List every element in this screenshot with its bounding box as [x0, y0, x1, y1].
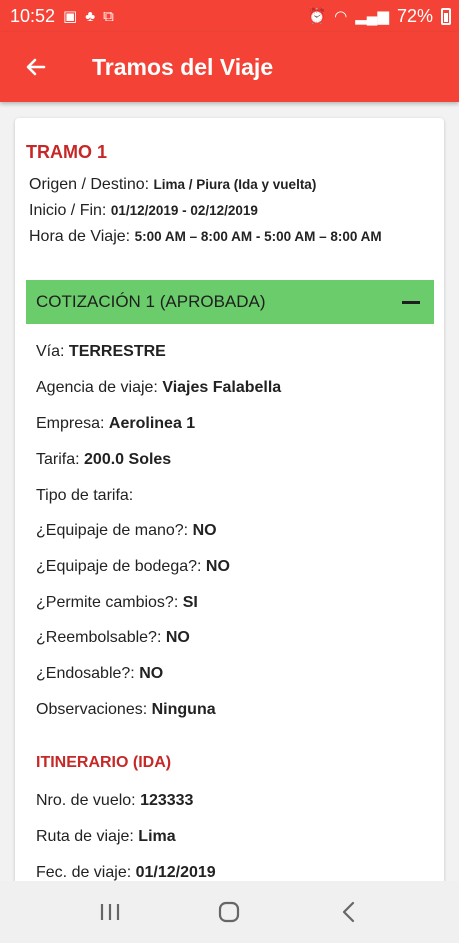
field-value: TERRESTRE — [68, 343, 166, 360]
cotizacion-header[interactable]: COTIZACIÓN 1 (APROBADA) — [26, 280, 434, 324]
field-label: ¿Equipaje de bodega?: — [36, 558, 202, 575]
field-label: Tipo de tarifa: — [36, 487, 134, 504]
translate-notification-icon: ⧉ — [103, 7, 114, 25]
tramo-title: TRAMO 1 — [26, 142, 107, 162]
signal-icon: ▂▄▆ — [355, 7, 389, 25]
chevron-left-icon — [343, 901, 355, 923]
field-empresa: Empresa: Aerolinea 1 — [36, 415, 195, 433]
tramo-card: TRAMO 1 Origen / Destino: Lima / Piura (… — [15, 118, 444, 881]
status-bar-left: 10:52 ▣ ♣ ⧉ — [10, 6, 114, 27]
field-equipaje-mano: ¿Equipaje de mano?: NO — [36, 522, 217, 540]
battery-icon — [441, 7, 451, 25]
field-tarifa: Tarifa: 200.0 Soles — [36, 451, 171, 469]
field-nro-vuelo: Nro. de vuelo: 123333 — [36, 792, 193, 810]
origin-destination-row: Origen / Destino: Lima / Piura (Ida y vu… — [29, 176, 316, 194]
alarm-icon: ⏰ — [307, 7, 327, 25]
field-value: 200.0 Soles — [84, 451, 172, 468]
field-label: Tarifa: — [36, 451, 80, 468]
field-label: ¿Equipaje de mano?: — [36, 522, 189, 539]
field-value: NO — [139, 665, 164, 682]
origin-value: Lima / Piura (Ida y vuelta) — [153, 177, 317, 192]
minus-icon[interactable] — [402, 300, 420, 304]
field-label: Agencia de viaje: — [36, 379, 158, 396]
field-value: NO — [205, 558, 230, 575]
field-label: Vía: — [36, 343, 65, 360]
field-tipo-tarifa: Tipo de tarifa: — [36, 487, 133, 505]
field-label: ¿Endosable?: — [36, 665, 135, 682]
back-button[interactable] — [0, 32, 72, 102]
field-value: 123333 — [140, 792, 194, 809]
time-value: 5:00 AM – 8:00 AM - 5:00 AM – 8:00 AM — [134, 229, 382, 244]
time-label: Hora de Viaje: — [29, 228, 131, 245]
recent-apps-button[interactable] — [80, 892, 140, 932]
page-title: Tramos del Viaje — [92, 53, 274, 80]
system-nav-bar — [0, 881, 459, 943]
field-value: Ninguna — [151, 701, 216, 718]
field-value: Lima — [138, 828, 176, 845]
field-via: Vía: TERRESTRE — [36, 343, 166, 361]
dates-row: Inicio / Fin: 01/12/2019 - 02/12/2019 — [29, 202, 258, 220]
field-label: Observaciones: — [36, 701, 148, 718]
field-observaciones: Observaciones: Ninguna — [36, 701, 216, 719]
system-back-button[interactable] — [319, 892, 379, 932]
itinerario-title: ITINERARIO (IDA) — [36, 754, 172, 771]
field-label: ¿Permite cambios?: — [36, 594, 179, 611]
wifi-icon: ◠ — [334, 7, 348, 25]
field-endosable: ¿Endosable?: NO — [36, 665, 163, 683]
field-value: Viajes Falabella — [162, 379, 282, 396]
field-value: Aerolinea 1 — [108, 415, 196, 432]
field-fecha-viaje: Fec. de viaje: 01/12/2019 — [36, 864, 216, 881]
scroll-content[interactable]: TRAMO 1 Origen / Destino: Lima / Piura (… — [0, 102, 459, 881]
dates-label: Inicio / Fin: — [29, 202, 107, 219]
field-value: NO — [165, 629, 190, 646]
field-equipaje-bodega: ¿Equipaje de bodega?: NO — [36, 558, 230, 576]
image-notification-icon: ▣ — [63, 7, 78, 25]
field-agencia: Agencia de viaje: Viajes Falabella — [36, 379, 281, 397]
field-value: 01/12/2019 — [135, 864, 216, 881]
field-label: Ruta de viaje: — [36, 828, 134, 845]
field-permite-cambios: ¿Permite cambios?: SI — [36, 594, 198, 612]
field-reembolsable: ¿Reembolsable?: NO — [36, 629, 190, 647]
field-label: Fec. de viaje: — [36, 864, 132, 881]
cotizacion-title: COTIZACIÓN 1 (APROBADA) — [36, 292, 266, 311]
status-bar: 10:52 ▣ ♣ ⧉ ⏰ ◠ ▂▄▆ 72% — [0, 0, 459, 32]
recent-apps-icon — [100, 904, 119, 920]
status-time: 10:52 — [10, 5, 56, 26]
app-notification-icon: ♣ — [85, 7, 96, 25]
origin-label: Origen / Destino: — [29, 176, 150, 193]
home-button[interactable] — [199, 892, 259, 932]
app-bar: Tramos del Viaje — [0, 32, 459, 102]
travel-time-row: Hora de Viaje: 5:00 AM – 8:00 AM - 5:00 … — [29, 228, 429, 246]
battery-percent: 72% — [396, 5, 433, 26]
status-bar-right: ⏰ ◠ ▂▄▆ 72% — [307, 6, 451, 27]
field-label: ¿Reembolsable?: — [36, 629, 162, 646]
field-label: Empresa: — [36, 415, 105, 432]
arrow-left-icon — [26, 58, 46, 76]
field-label: Nro. de vuelo: — [36, 792, 136, 809]
home-icon — [219, 901, 240, 923]
field-value: NO — [192, 522, 217, 539]
field-ruta-viaje: Ruta de viaje: Lima — [36, 828, 176, 846]
dates-value: 01/12/2019 - 02/12/2019 — [110, 203, 258, 218]
field-value: SI — [182, 594, 198, 611]
